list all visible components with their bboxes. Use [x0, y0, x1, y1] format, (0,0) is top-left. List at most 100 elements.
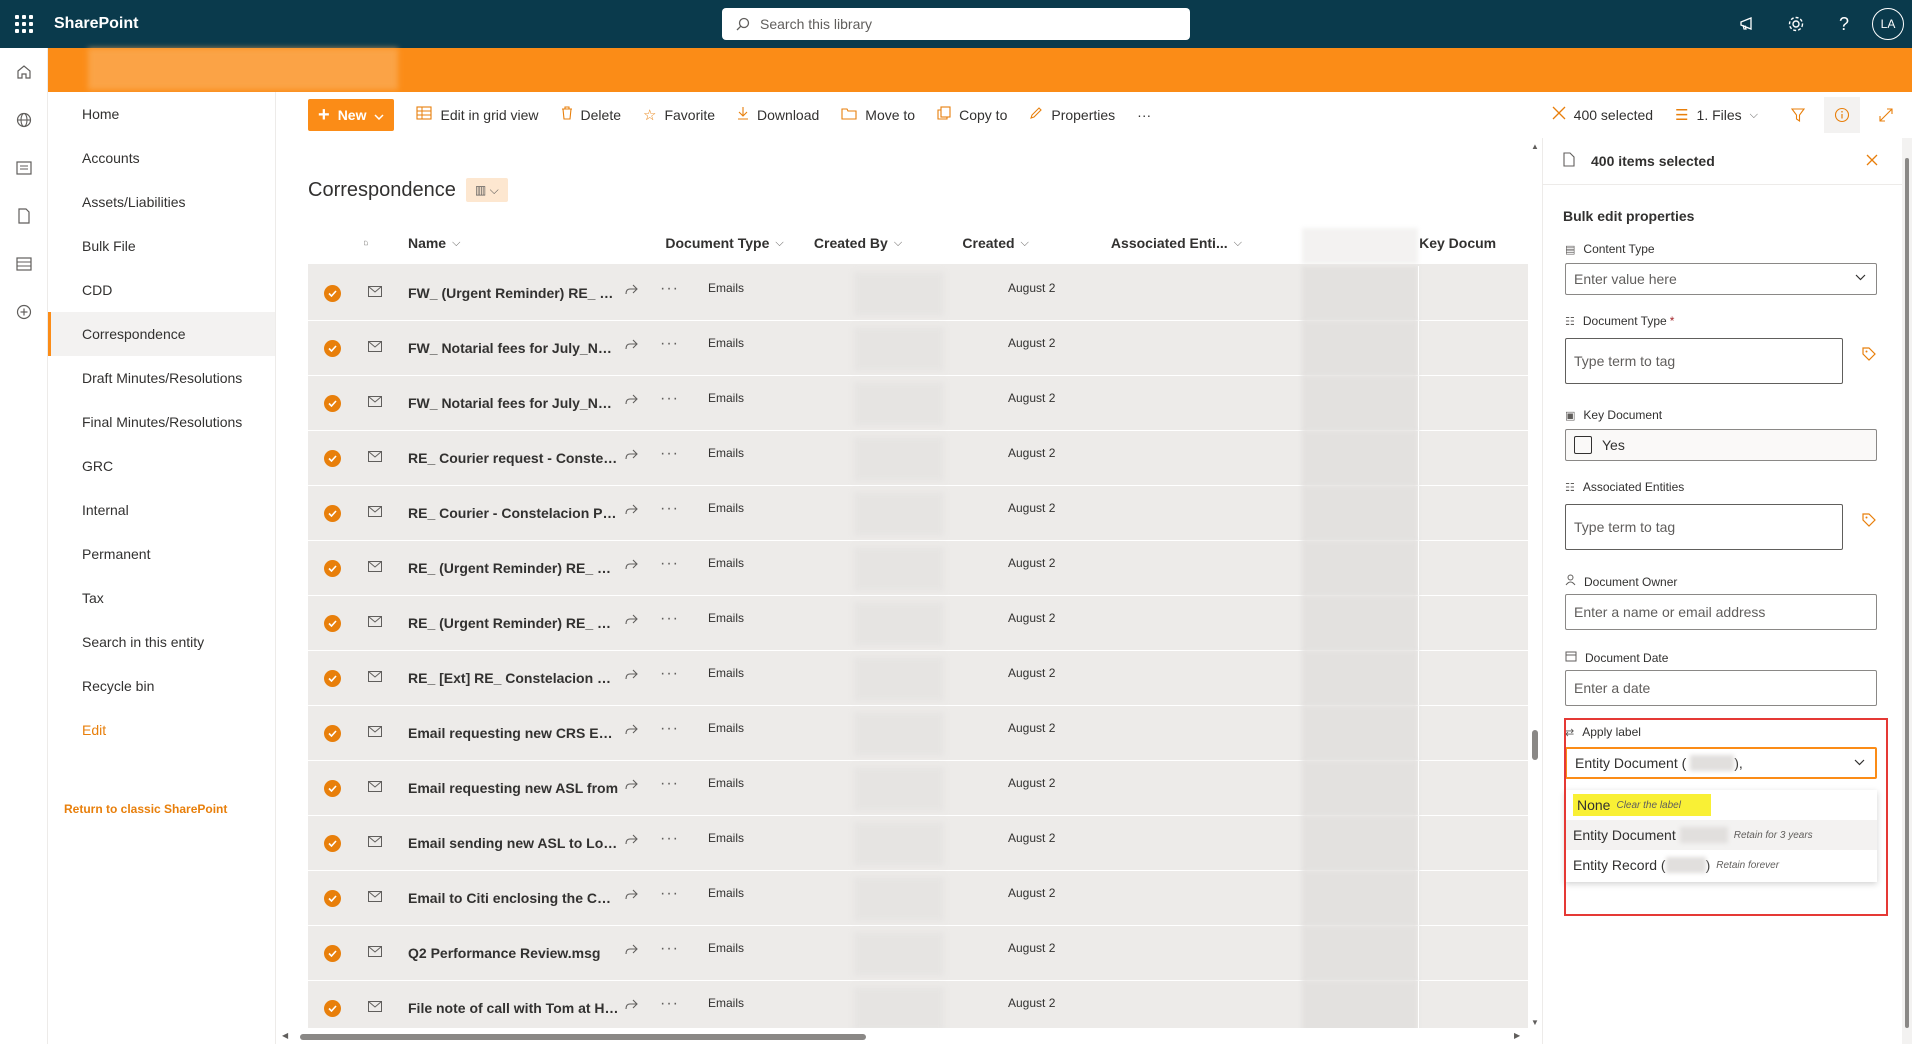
properties-button[interactable]: Properties — [1029, 106, 1115, 124]
library-view-options-icon[interactable]: ▥ ⌵ — [465, 178, 508, 202]
content-type-dropdown[interactable]: Enter value here — [1565, 263, 1877, 295]
file-name-link[interactable]: Q2 Performance Review.msg — [408, 945, 620, 961]
selected-checkmark-icon[interactable] — [324, 450, 341, 467]
table-row[interactable]: Email requesting new ASL from ··· Emails Au… — [308, 761, 1528, 816]
copy-to-button[interactable]: Copy to — [937, 106, 1007, 124]
more-actions-icon[interactable]: ··· — [660, 390, 679, 408]
nav-item-search-entity[interactable]: Search in this entity — [48, 620, 275, 664]
nav-item-home[interactable]: Home — [48, 92, 275, 136]
favorite-button[interactable]: ☆ Favorite — [643, 106, 715, 124]
tag-icon[interactable] — [1861, 346, 1877, 367]
selected-checkmark-icon[interactable] — [324, 395, 341, 412]
share-icon[interactable] — [624, 889, 638, 905]
more-actions-icon[interactable]: ··· — [660, 335, 679, 353]
help-icon[interactable]: ? — [1820, 0, 1868, 48]
table-row[interactable]: Q2 Performance Review.msg ··· Emails August… — [308, 926, 1528, 981]
table-row[interactable]: FW_ Notarial fees for July_Notice ··· Emai… — [308, 376, 1528, 431]
selected-checkmark-icon[interactable] — [324, 725, 341, 742]
nav-item-cdd[interactable]: CDD — [48, 268, 275, 312]
more-actions-icon[interactable]: ··· — [660, 995, 679, 1013]
more-actions-icon[interactable]: ··· — [660, 500, 679, 518]
nav-item-recycle-bin[interactable]: Recycle bin — [48, 664, 275, 708]
document-type-term-input[interactable]: Type term to tag — [1565, 338, 1843, 384]
share-icon[interactable] — [624, 834, 638, 850]
file-name-link[interactable]: RE_ (Urgent Reminder) RE_ RE_ Constelaci… — [408, 615, 620, 631]
megaphone-icon[interactable] — [1724, 0, 1772, 48]
app-launcher-icon[interactable] — [0, 0, 48, 48]
move-to-button[interactable]: Move to — [841, 107, 915, 124]
tag-icon[interactable] — [1861, 512, 1877, 533]
more-commands-button[interactable]: ··· — [1137, 107, 1151, 123]
associated-entities-term-input[interactable]: Type term to tag — [1565, 504, 1843, 550]
share-icon[interactable] — [624, 449, 638, 465]
file-name-link[interactable]: FW_ Notarial fees for July_Notice — [408, 340, 620, 356]
scroll-down-icon[interactable]: ▼ — [1531, 1018, 1539, 1027]
selected-checkmark-icon[interactable] — [324, 670, 341, 687]
nav-item-internal[interactable]: Internal — [48, 488, 275, 532]
selected-checkmark-icon[interactable] — [324, 835, 341, 852]
document-owner-input[interactable]: Enter a name or email address — [1565, 594, 1877, 630]
avatar[interactable]: LA — [1872, 8, 1904, 40]
key-document-checkbox-row[interactable]: Yes — [1565, 429, 1877, 461]
nav-edit-link[interactable]: Edit — [48, 708, 275, 752]
selected-checkmark-icon[interactable] — [324, 615, 341, 632]
selected-checkmark-icon[interactable] — [324, 340, 341, 357]
table-row[interactable]: RE_ (Urgent Reminder) RE_ RE_ Constelaci… — [308, 596, 1528, 651]
list-vertical-scrollbar[interactable]: ▲ ▼ — [1528, 138, 1542, 1034]
column-header-name[interactable]: Name ⌵ — [368, 235, 665, 251]
column-header-key-document[interactable]: Key Docum — [1409, 235, 1528, 251]
file-name-link[interactable]: FW_ (Urgent Reminder) RE_ RE_ Constelaci… — [408, 285, 620, 301]
table-row[interactable]: FW_ Notarial fees for July_Notice ··· Emai… — [308, 321, 1528, 376]
gear-icon[interactable] — [1772, 0, 1820, 48]
column-header-associated-entities[interactable]: Associated Enti... ⌵ — [1111, 235, 1260, 251]
share-icon[interactable] — [624, 614, 638, 630]
key-document-checkbox[interactable] — [1574, 436, 1592, 454]
expand-icon[interactable] — [1868, 97, 1904, 133]
file-name-link[interactable]: Email requesting new ASL from — [408, 780, 620, 796]
share-icon[interactable] — [624, 779, 638, 795]
file-name-link[interactable]: File note of call with Tom at HSBC — [408, 1000, 620, 1016]
selected-checkmark-icon[interactable] — [324, 285, 341, 302]
lists-icon[interactable] — [0, 240, 48, 288]
document-date-input[interactable]: Enter a date — [1565, 670, 1877, 706]
edit-grid-button[interactable]: Edit in grid view — [416, 106, 539, 124]
more-actions-icon[interactable]: ··· — [660, 280, 679, 298]
selected-checkmark-icon[interactable] — [324, 890, 341, 907]
filter-icon[interactable] — [1780, 97, 1816, 133]
table-row[interactable]: RE_ (Urgent Reminder) RE_ RE_ Constelaci… — [308, 541, 1528, 596]
nav-item-accounts[interactable]: Accounts — [48, 136, 275, 180]
news-icon[interactable] — [0, 144, 48, 192]
file-name-link[interactable]: RE_ (Urgent Reminder) RE_ RE_ Constelaci… — [408, 560, 620, 576]
share-icon[interactable] — [624, 999, 638, 1015]
file-name-link[interactable]: RE_ Courier - Constelacion Pte Ltd — [408, 505, 620, 521]
return-classic-link[interactable]: Return to classic SharePoint — [64, 802, 227, 816]
selected-checkmark-icon[interactable] — [324, 780, 341, 797]
close-pane-icon[interactable] — [1866, 150, 1878, 171]
new-button[interactable]: + New — [308, 99, 395, 131]
column-header-created-by[interactable]: Created By ⌵ — [814, 235, 963, 251]
nav-item-draft-minutes[interactable]: Draft Minutes/Resolutions — [48, 356, 275, 400]
nav-item-correspondence[interactable]: Correspondence — [48, 312, 275, 356]
more-actions-icon[interactable]: ··· — [660, 720, 679, 738]
file-name-link[interactable]: FW_ Notarial fees for July_Notice — [408, 395, 620, 411]
share-icon[interactable] — [624, 394, 638, 410]
more-actions-icon[interactable]: ··· — [660, 885, 679, 903]
selected-checkmark-icon[interactable] — [324, 945, 341, 962]
selected-checkmark-icon[interactable] — [324, 1000, 341, 1017]
nav-item-bulk-file[interactable]: Bulk File — [48, 224, 275, 268]
selected-checkmark-icon[interactable] — [324, 505, 341, 522]
nav-item-grc[interactable]: GRC — [48, 444, 275, 488]
more-actions-icon[interactable]: ··· — [660, 610, 679, 628]
more-actions-icon[interactable]: ··· — [660, 830, 679, 848]
more-actions-icon[interactable]: ··· — [660, 555, 679, 573]
horizontal-scroll-thumb[interactable] — [300, 1034, 866, 1040]
scroll-right-icon[interactable]: ▶ — [1514, 1031, 1520, 1040]
delete-button[interactable]: Delete — [561, 106, 621, 124]
table-row[interactable]: FW_ (Urgent Reminder) RE_ RE_ Constelaci… — [308, 266, 1528, 321]
share-icon[interactable] — [624, 724, 638, 740]
share-icon[interactable] — [624, 339, 638, 355]
nav-item-permanent[interactable]: Permanent — [48, 532, 275, 576]
nav-item-assets-liabilities[interactable]: Assets/Liabilities — [48, 180, 275, 224]
share-icon[interactable] — [624, 559, 638, 575]
scroll-left-icon[interactable]: ◀ — [282, 1031, 288, 1040]
